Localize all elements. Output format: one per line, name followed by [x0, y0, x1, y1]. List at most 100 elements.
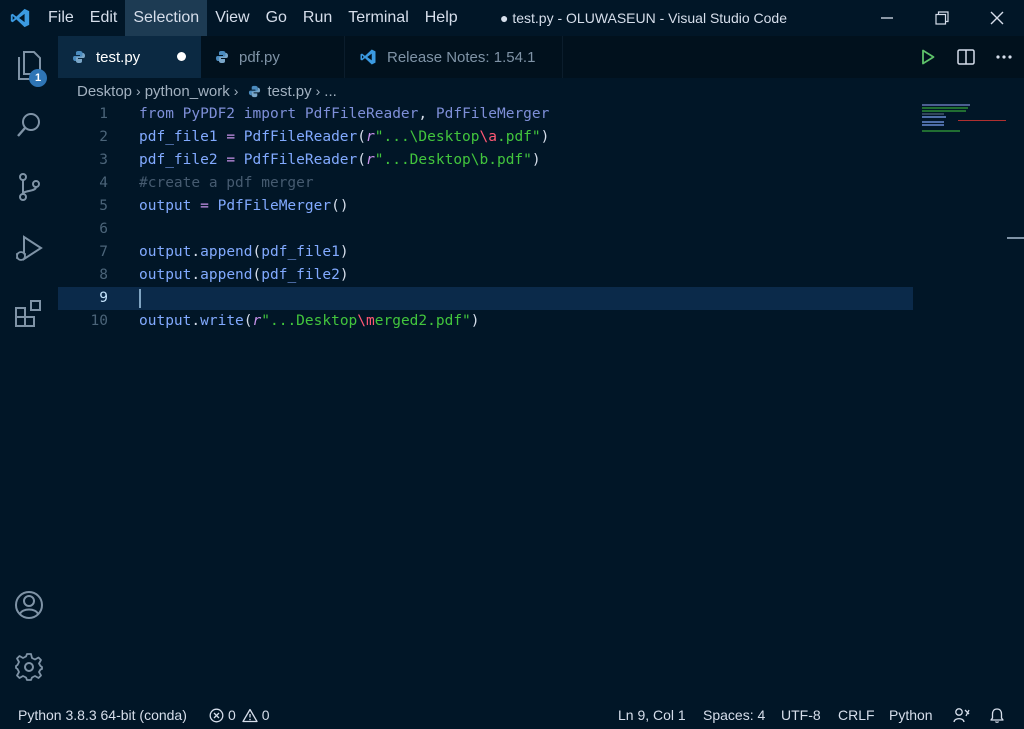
- code-token: ): [531, 152, 541, 168]
- indentation-setting[interactable]: Spaces: 4: [703, 702, 765, 729]
- breadcrumb-symbols[interactable]: ...: [324, 83, 337, 100]
- code-token: output: [139, 313, 192, 329]
- menu-file[interactable]: File: [40, 0, 82, 36]
- code-token: output: [139, 267, 192, 283]
- vscode-icon: [359, 48, 381, 66]
- split-editor-icon[interactable]: [954, 45, 978, 69]
- search-icon[interactable]: [0, 100, 58, 150]
- menu-edit[interactable]: Edit: [82, 0, 126, 36]
- run-python-file-icon[interactable]: [916, 45, 940, 69]
- window-title: ● test.py - OLUWASEUN - Visual Studio Co…: [500, 10, 788, 26]
- code-token: (: [243, 313, 253, 329]
- tab-test-py[interactable]: test.py: [58, 36, 201, 78]
- code-token: =: [226, 152, 236, 168]
- python-interpreter[interactable]: Python 3.8.3 64-bit (conda): [18, 702, 187, 729]
- problems-indicator[interactable]: 0 0: [209, 702, 270, 729]
- code-token: .: [191, 313, 201, 329]
- code-token: append: [200, 267, 253, 283]
- code-token: PdfFileReader: [243, 152, 358, 168]
- line-number: 9: [99, 290, 108, 306]
- code-token: PdfFileReader: [243, 129, 358, 145]
- menu-terminal[interactable]: Terminal: [340, 0, 416, 36]
- code-line[interactable]: 2 pdf_file1 = PdfFileReader(r"...\Desktop…: [58, 126, 913, 149]
- code-token: PyPDF2: [182, 106, 236, 122]
- files-icon[interactable]: 1: [0, 40, 58, 90]
- breadcrumb-desktop[interactable]: Desktop: [77, 83, 132, 100]
- breadcrumb-python-work[interactable]: python_work: [145, 83, 230, 100]
- tab-release-notes[interactable]: Release Notes: 1.54.1: [345, 36, 563, 78]
- tab-pdf-py[interactable]: pdf.py: [201, 36, 345, 78]
- line-number: 5: [99, 198, 108, 214]
- chevron-right-icon: ›: [233, 83, 239, 99]
- code-token: "...Desktop: [261, 313, 358, 329]
- minimap-current-line-marker: [958, 120, 1006, 121]
- run-debug-icon[interactable]: [0, 224, 58, 274]
- code-token: r: [366, 152, 375, 168]
- code-line[interactable]: 1 from PyPDF2 import PdfFileReader, PdfFi…: [58, 103, 913, 126]
- account-icon[interactable]: [0, 580, 58, 630]
- warning-count: 0: [261, 707, 270, 723]
- code-token: write: [200, 313, 244, 329]
- code-token: "...Desktop\b.pdf": [374, 152, 532, 168]
- status-bar: Python 3.8.3 64-bit (conda) 0 0 Ln 9, Co…: [0, 702, 1024, 729]
- editor-tab-bar: test.py pdf.py Release Notes: 1.54.1: [58, 36, 1024, 78]
- code-token: ): [470, 313, 480, 329]
- restore-button[interactable]: [914, 0, 969, 36]
- code-text: output = PdfFileMerger(): [139, 195, 349, 218]
- code-token: ): [540, 129, 550, 145]
- menu-selection[interactable]: Selection: [125, 0, 208, 36]
- menu-go[interactable]: Go: [258, 0, 295, 36]
- minimap[interactable]: [920, 103, 1010, 133]
- code-line[interactable]: 6: [58, 218, 913, 241]
- code-token: PdfFileMerger: [435, 106, 550, 122]
- activity-bar: 1: [0, 36, 58, 702]
- code-line[interactable]: 9: [58, 287, 913, 310]
- code-line[interactable]: 3 pdf_file2 = PdfFileReader(r"...Desktop\…: [58, 149, 913, 172]
- warning-icon: [242, 708, 258, 723]
- extensions-icon[interactable]: [0, 288, 58, 338]
- source-control-icon[interactable]: [0, 162, 58, 212]
- menu-run[interactable]: Run: [295, 0, 340, 36]
- code-editor[interactable]: 1 from PyPDF2 import PdfFileReader, PdfFi…: [58, 103, 1024, 702]
- minimize-button[interactable]: [859, 0, 914, 36]
- code-line[interactable]: 10 output.write(r"...Desktop\merged2.pdf"…: [58, 310, 913, 333]
- language-mode[interactable]: Python: [889, 702, 933, 729]
- code-token: ): [339, 267, 349, 283]
- title-bar: File Edit Selection View Go Run Terminal…: [0, 0, 1024, 36]
- code-line[interactable]: 5 output = PdfFileMerger(): [58, 195, 913, 218]
- code-token: append: [200, 244, 253, 260]
- menu-view[interactable]: View: [207, 0, 257, 36]
- code-line[interactable]: 4 #create a pdf merger: [58, 172, 913, 195]
- more-actions-icon[interactable]: [992, 45, 1016, 69]
- close-button[interactable]: [969, 0, 1024, 36]
- code-token: .pdf": [496, 129, 541, 145]
- file-encoding[interactable]: UTF-8: [781, 702, 821, 729]
- window-controls: [859, 0, 1024, 36]
- scrollbar-cursor-marker: [1007, 237, 1024, 239]
- end-of-line-sequence[interactable]: CRLF: [838, 702, 875, 729]
- tab-label: test.py: [96, 48, 141, 66]
- line-number: 4: [99, 175, 108, 191]
- code-token: (): [331, 198, 349, 214]
- settings-gear-icon[interactable]: [0, 642, 58, 692]
- code-token: PdfFileMerger: [217, 198, 332, 214]
- feedback-icon[interactable]: [953, 702, 970, 729]
- code-token: (: [252, 244, 262, 260]
- cursor-position[interactable]: Ln 9, Col 1: [618, 702, 686, 729]
- breadcrumb-test-py[interactable]: test.py: [267, 83, 311, 100]
- menu-help[interactable]: Help: [417, 0, 466, 36]
- line-number: 8: [99, 267, 108, 283]
- code-line[interactable]: 8 output.append(pdf_file2): [58, 264, 913, 287]
- code-line[interactable]: 7 output.append(pdf_file1): [58, 241, 913, 264]
- code-token: pdf_file1: [261, 244, 340, 260]
- code-token: ): [339, 244, 349, 260]
- notifications-bell-icon[interactable]: [989, 702, 1005, 729]
- unsaved-dot-icon[interactable]: [177, 52, 186, 61]
- editor-actions: [916, 36, 1016, 78]
- python-icon: [248, 85, 261, 98]
